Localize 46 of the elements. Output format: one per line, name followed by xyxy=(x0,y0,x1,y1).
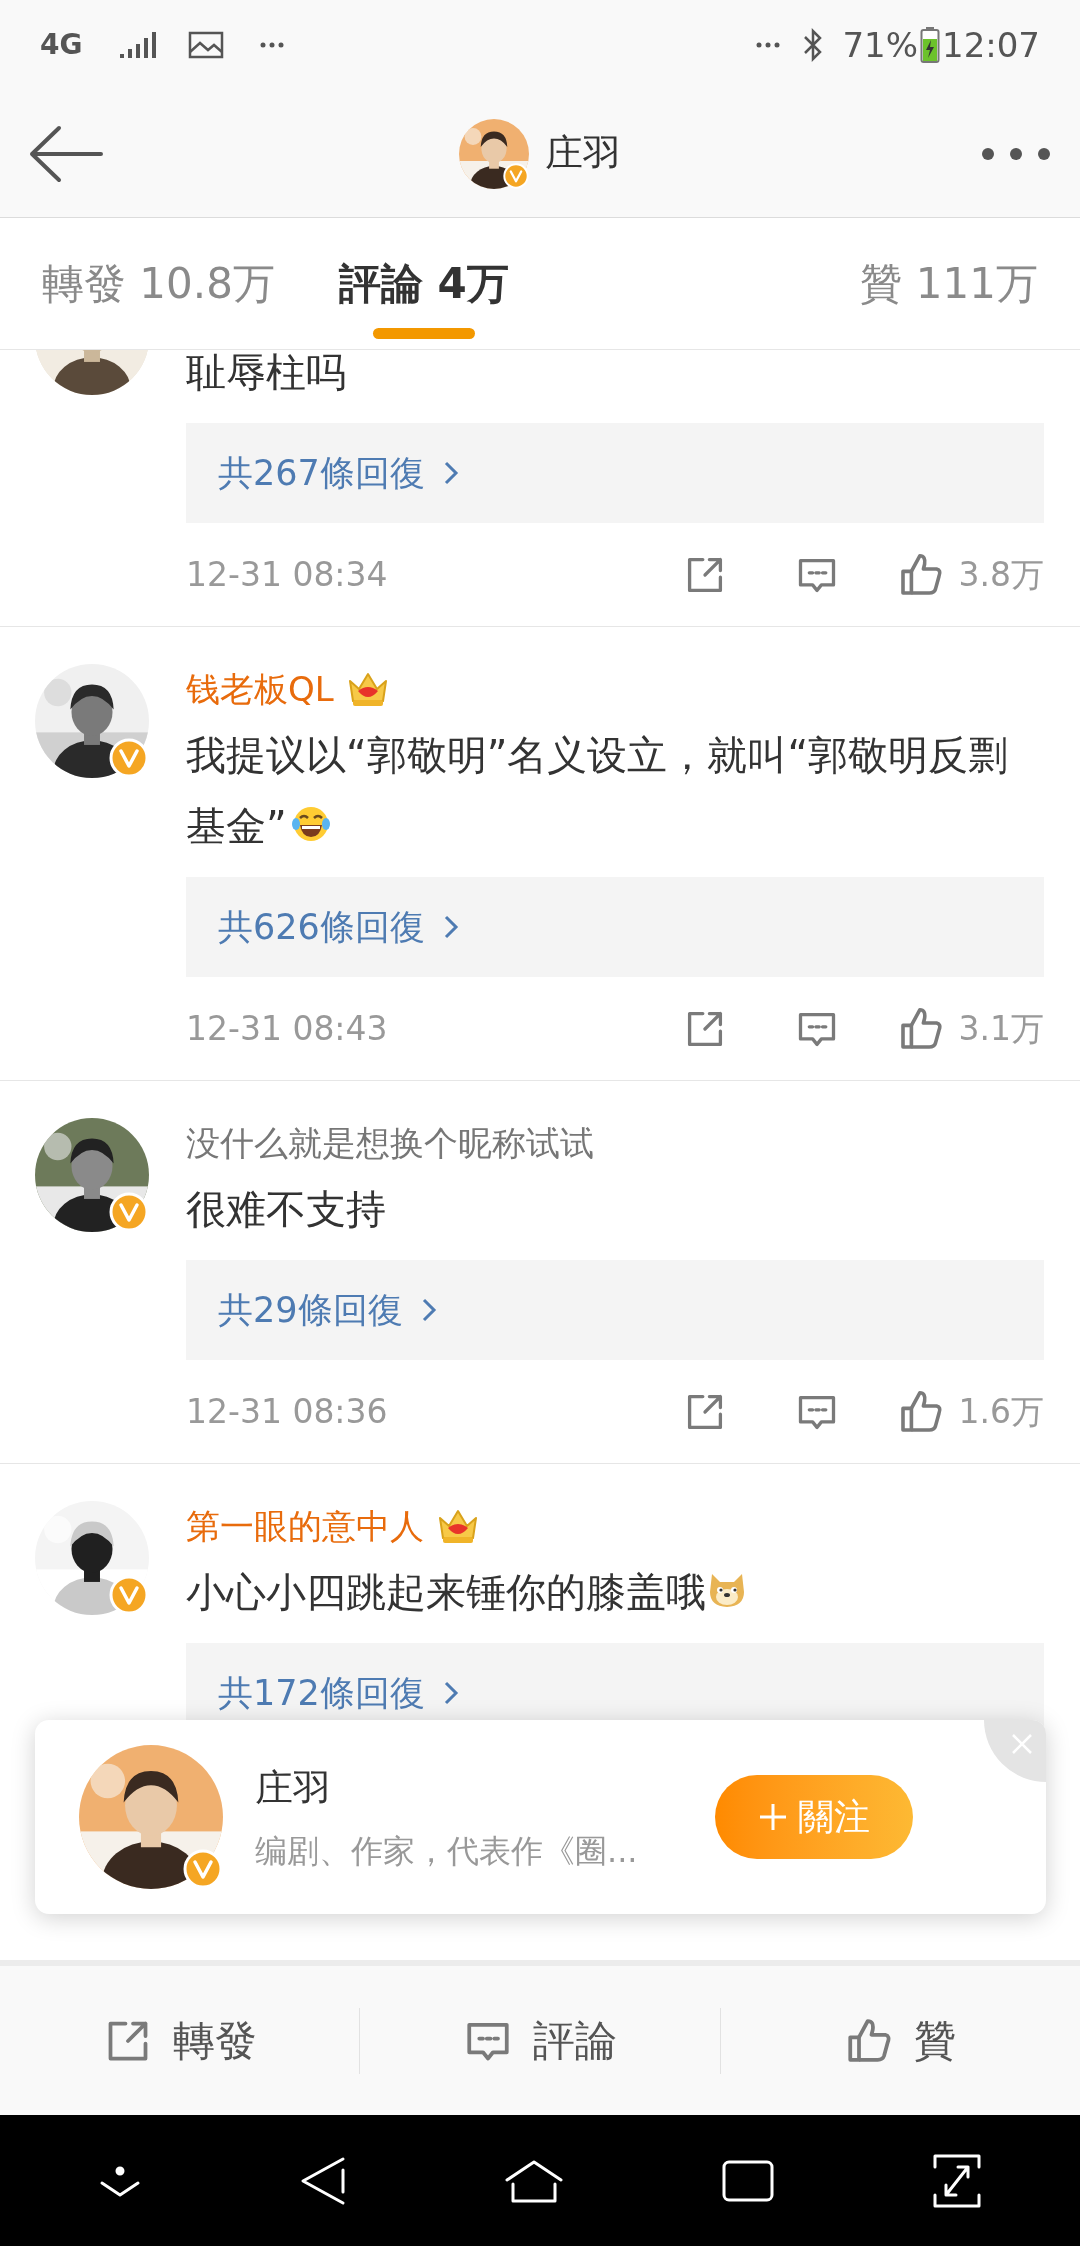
comment-text: 很难不支持 xyxy=(186,1185,387,1234)
comment-date: 12-31 08:43 xyxy=(186,1007,388,1050)
expand-button[interactable] xyxy=(931,2152,982,2209)
like-button[interactable]: 1.6万 xyxy=(896,1386,1044,1437)
like-button[interactable]: 3.1万 xyxy=(896,1003,1044,1054)
chevron-right-icon xyxy=(442,914,459,940)
back-button[interactable] xyxy=(299,2155,348,2206)
comment-text: 小心小四跳起来锤你的膝盖哦 xyxy=(186,1557,1044,1628)
more-icon xyxy=(756,42,781,48)
chevron-right-icon xyxy=(442,460,459,486)
username: 钱老板QL xyxy=(186,667,334,711)
battery-percent: 71% xyxy=(842,23,918,67)
tab[interactable]: 贊 111万 xyxy=(860,218,1038,349)
profile-bio: 编剧、作家，代表作《圈... xyxy=(255,1830,639,1872)
comment-tab-button[interactable]: 評論 xyxy=(360,2009,720,2072)
comment-text: 耻辱柱吗 xyxy=(186,350,347,397)
follow-button[interactable]: 關注 xyxy=(715,1775,913,1859)
replies-link[interactable]: 共626條回復 xyxy=(186,877,1044,977)
like-button[interactable]: 3.8万 xyxy=(896,549,1044,600)
battery-icon xyxy=(920,26,940,64)
chevron-right-icon xyxy=(442,1680,459,1706)
image-icon xyxy=(188,30,225,60)
username: 第一眼的意中人 xyxy=(186,1504,424,1548)
comment-text: 我提议以“郭敬明”名义设立，就叫“郭敬明反剽基金” xyxy=(186,731,1010,851)
like-tab-button[interactable]: 贊 xyxy=(720,2009,1080,2072)
laughing-emoji-icon xyxy=(290,804,331,844)
chevron-right-icon xyxy=(420,1297,437,1323)
comment-date: 12-31 08:34 xyxy=(186,553,388,596)
clock: 12:07 xyxy=(942,23,1040,67)
tab[interactable]: 評論 4万 xyxy=(338,218,509,349)
username: 没什么就是想换个昵称试试 xyxy=(186,1121,594,1165)
close-icon xyxy=(1010,1732,1034,1756)
more-button[interactable] xyxy=(980,146,1052,162)
more-icon xyxy=(260,42,285,48)
replies-link[interactable]: 共29條回復 xyxy=(186,1260,1044,1360)
back-button[interactable] xyxy=(28,124,104,184)
recents-button[interactable] xyxy=(720,2158,775,2203)
signal-icon xyxy=(118,30,159,60)
profile-name: 庄羽 xyxy=(545,130,621,177)
network-label: 4G xyxy=(40,27,83,63)
plus-icon xyxy=(758,1802,788,1832)
comment-date: 12-31 08:36 xyxy=(186,1390,388,1433)
profile-name: 庄羽 xyxy=(255,1764,332,1812)
tab[interactable]: 轉發 10.8万 xyxy=(42,218,275,349)
repost-tab-button[interactable]: 轉發 xyxy=(0,2009,360,2072)
replies-link[interactable]: 共267條回復 xyxy=(186,423,1044,523)
